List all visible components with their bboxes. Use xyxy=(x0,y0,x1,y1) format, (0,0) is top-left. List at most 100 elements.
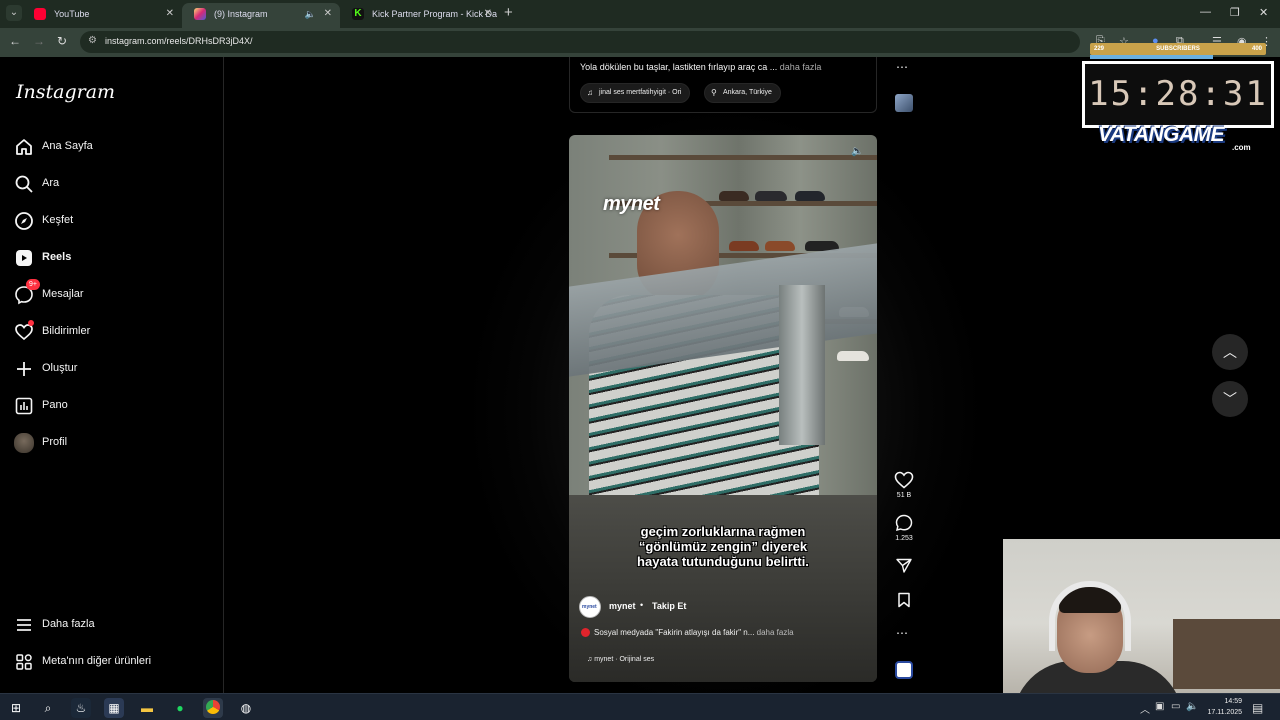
more-link[interactable]: daha fazla xyxy=(757,628,794,637)
sidebar-item-explore[interactable]: Keşfet xyxy=(14,209,210,237)
notification-center-icon[interactable]: ▤ xyxy=(1252,701,1263,715)
site-info-icon[interactable]: ⚙ xyxy=(88,35,97,46)
browser-tab-strip: ⌄ YouTube ✕ (9) Instagram 🔈 ✕ K Kick Par… xyxy=(0,0,1280,28)
sidebar-item-messages[interactable]: 9+ Mesajlar xyxy=(14,279,210,311)
close-window-icon[interactable]: ✕ xyxy=(1259,6,1268,19)
location-pin-icon: ⚲ xyxy=(711,88,717,97)
sidebar-item-reels[interactable]: Reels xyxy=(14,246,210,274)
chevron-up-icon: ︿ xyxy=(1223,344,1237,360)
sidebar-item-label: Meta'nın diğer ürünleri xyxy=(42,655,152,667)
sidebar-item-search[interactable]: Ara xyxy=(14,172,210,200)
tab-title: (9) Instagram xyxy=(214,9,268,19)
close-icon[interactable]: ✕ xyxy=(484,3,492,25)
chrome-icon[interactable] xyxy=(203,698,223,718)
instagram-logo[interactable]: Instagram xyxy=(16,81,115,103)
new-tab-icon[interactable]: + xyxy=(504,4,513,21)
windows-start-icon[interactable]: ⊞ xyxy=(6,698,26,718)
compass-icon xyxy=(15,212,33,230)
close-icon[interactable]: ✕ xyxy=(166,3,174,25)
video-subtitle: geçim zorluklarına rağmen “gönlümüz zeng… xyxy=(569,524,877,569)
author-name[interactable]: mynet xyxy=(609,601,636,611)
more-options-icon[interactable]: ⋯ xyxy=(896,60,908,74)
sidebar-item-more[interactable]: Daha fazla xyxy=(14,613,210,641)
webcam-scene xyxy=(1173,619,1280,689)
location-chip[interactable]: ⚲ Ankara, Türkiye xyxy=(704,83,781,103)
video-scene xyxy=(719,191,749,201)
tray-clock[interactable]: 14:59 17.11.2025 xyxy=(1198,696,1242,718)
instagram-icon xyxy=(194,8,206,20)
sidebar-item-home[interactable]: Ana Sayfa xyxy=(14,135,210,163)
sidebar-item-label: Daha fazla xyxy=(42,618,95,630)
sidebar-item-label: Reels xyxy=(42,251,72,263)
sidebar-item-label: Profil xyxy=(42,436,68,448)
volume-icon[interactable]: 🔈 xyxy=(1186,701,1198,712)
brand-suffix: .com xyxy=(1232,143,1251,152)
menu-icon xyxy=(17,619,31,631)
comment-icon[interactable] xyxy=(895,514,913,532)
sidebar-item-profile[interactable]: Profil xyxy=(14,431,210,459)
video-scene xyxy=(779,285,825,445)
reel-caption[interactable]: Sosyal medyada "Fakirin atlayışı da faki… xyxy=(581,628,794,637)
video-scene xyxy=(609,155,877,160)
forward-icon[interactable]: → xyxy=(33,34,45,48)
address-bar[interactable]: ⚙ instagram.com/reels/DRHsDR3jD4X/ xyxy=(80,31,1080,53)
save-bookmark-icon[interactable] xyxy=(897,592,911,608)
audio-chip[interactable]: ♫ jinal ses mertfatihyigit · Ori xyxy=(580,83,691,103)
obs-icon[interactable]: ◍ xyxy=(236,698,256,718)
tray-app-icon[interactable]: ▣ xyxy=(1155,701,1164,712)
comment-count: 1.253 xyxy=(895,535,913,542)
search-icon[interactable]: ⌕ xyxy=(38,698,58,718)
network-icon[interactable]: ▭ xyxy=(1171,701,1180,712)
previous-reel-caption[interactable]: Yola dökülen bu taşlar, lastikten fırlay… xyxy=(580,62,821,72)
like-heart-icon[interactable] xyxy=(894,471,914,489)
tab-kick[interactable]: K Kick Partner Program - Kick Da ✕ xyxy=(340,3,500,28)
share-icon[interactable] xyxy=(896,558,912,573)
kick-icon: K xyxy=(352,8,364,20)
dashboard-icon xyxy=(15,397,33,415)
location-chip-label: Ankara, Türkiye xyxy=(723,89,772,96)
back-icon[interactable]: ← xyxy=(9,34,21,48)
tray-date: 17.11.2025 xyxy=(1207,709,1242,716)
spotify-icon[interactable]: ● xyxy=(170,698,190,718)
video-scene xyxy=(765,241,795,251)
restore-icon[interactable]: ❐ xyxy=(1230,6,1240,19)
tray-overflow-icon[interactable]: ︿ xyxy=(1140,701,1150,716)
audio-thumbnail[interactable] xyxy=(895,661,913,679)
close-icon[interactable]: ✕ xyxy=(324,3,332,25)
author-avatar[interactable]: mynet xyxy=(579,596,601,618)
reel-audio[interactable]: ♫ mynet · Orijinal ses xyxy=(587,656,654,663)
tab-search-icon[interactable]: ⌄ xyxy=(6,5,22,21)
follow-button[interactable]: Takip Et xyxy=(652,601,686,611)
stream-clock-overlay: 229 SUBSCRIBERS 400 15:28:31 VATANGAME .… xyxy=(1082,43,1274,153)
youtube-icon xyxy=(34,8,46,20)
audio-label: mynet · Orijinal ses xyxy=(594,656,655,663)
sidebar-item-create[interactable]: Oluştur xyxy=(14,357,210,385)
tab-instagram[interactable]: (9) Instagram 🔈 ✕ xyxy=(182,3,340,28)
video-scene xyxy=(755,191,787,201)
sidebar-item-meta-products[interactable]: Meta'nın diğer ürünleri xyxy=(14,650,210,678)
more-link[interactable]: daha fazla xyxy=(780,62,822,72)
sidebar-item-notifications[interactable]: Bildirimler xyxy=(14,320,210,348)
previous-reel-button[interactable]: ︿ xyxy=(1212,334,1248,370)
more-options-icon[interactable]: ⋯ xyxy=(896,626,908,640)
webcam-overlay xyxy=(1003,539,1280,693)
steam-icon[interactable]: ♨ xyxy=(71,698,91,718)
previous-reel-footer: Yola dökülen bu taşlar, lastikten fırlay… xyxy=(569,57,877,113)
subtitle-line: hayata tutunduğunu belirtti. xyxy=(637,554,809,569)
reel-video[interactable]: mynet 🔈 geçim zorluklarına rağmen “gönlü… xyxy=(569,135,877,682)
minimize-icon[interactable]: — xyxy=(1200,6,1211,18)
reload-icon[interactable]: ↻ xyxy=(57,34,67,48)
headset xyxy=(1049,581,1131,651)
speaker-icon[interactable]: 🔈 xyxy=(305,3,316,25)
sidebar-item-label: Ara xyxy=(42,177,60,189)
red-circle-icon xyxy=(581,628,590,637)
file-explorer-icon[interactable]: ▬ xyxy=(137,698,157,718)
video-scene xyxy=(795,191,825,201)
next-reel-button[interactable]: ﹀ xyxy=(1212,381,1248,417)
store-icon[interactable]: ▦ xyxy=(104,698,124,718)
tab-youtube[interactable]: YouTube ✕ xyxy=(22,3,182,28)
avatar xyxy=(14,433,34,453)
clock-time: 15:28:31 xyxy=(1085,64,1271,125)
speaker-icon[interactable]: 🔈 xyxy=(851,146,863,157)
sidebar-item-dashboard[interactable]: Pano xyxy=(14,394,210,422)
